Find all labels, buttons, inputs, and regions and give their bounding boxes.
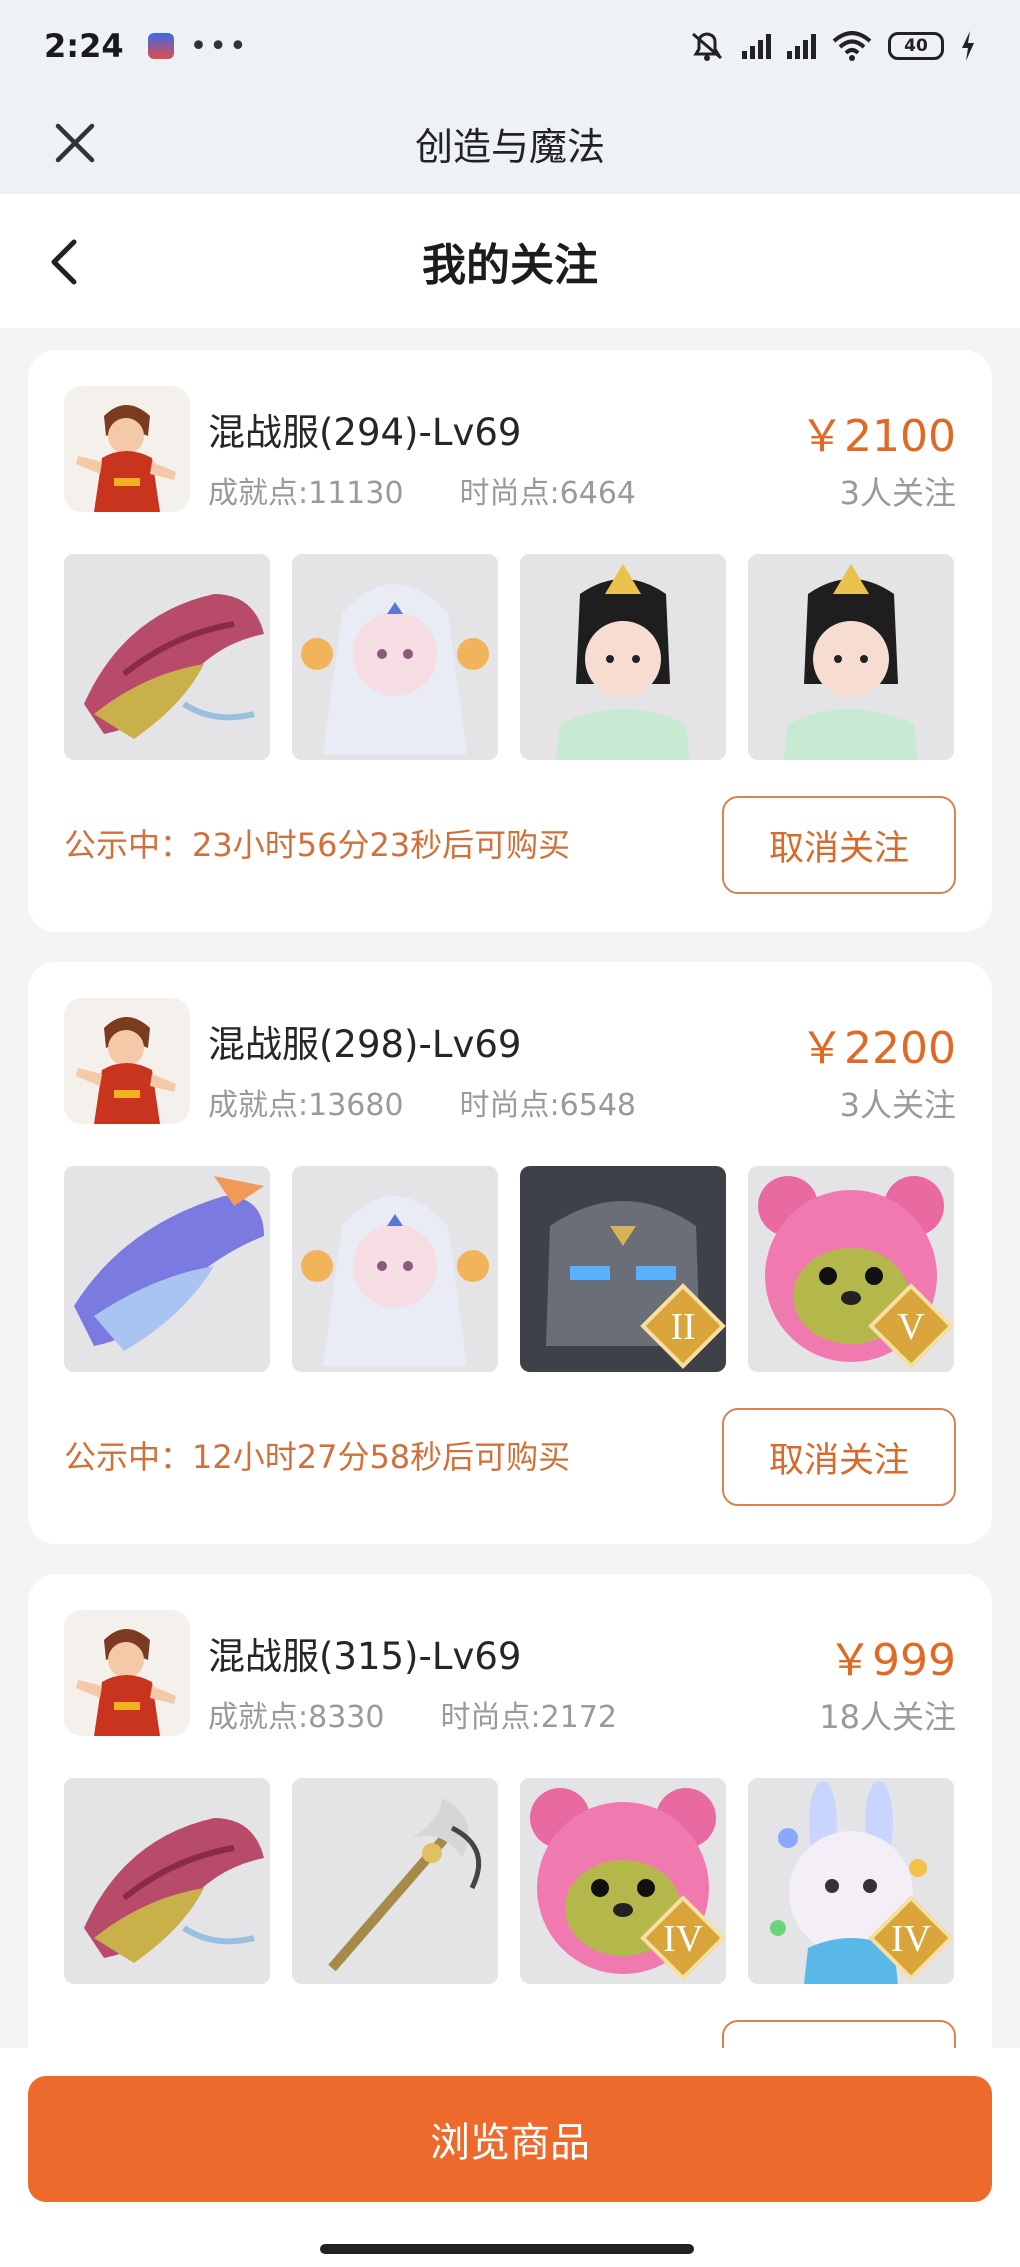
stats-row: 成就点:8330 时尚点:2172 (208, 1692, 617, 1736)
public-notice: 公示中：12小时27分58秒后可购买 (64, 1438, 571, 1476)
battery-icon: 40 (888, 32, 944, 60)
price: ￥999 (828, 1635, 956, 1686)
svg-text:V: V (897, 1306, 925, 1348)
page-header: 我的关注 (0, 194, 1020, 328)
close-icon[interactable] (52, 120, 98, 166)
follower-count: 18人关注 (819, 1698, 956, 1736)
server-name: 混战服(298)-Lv69 (208, 1023, 522, 1066)
unfollow-button[interactable]: 取消关注 (722, 796, 956, 894)
mute-icon (692, 32, 722, 61)
stats-row: 成就点:11130 时尚点:6464 (208, 468, 636, 512)
svg-text:II: II (670, 1306, 695, 1348)
stone-golem-pet-thumb[interactable]: II (520, 1166, 726, 1372)
ornate-staff-weapon-thumb[interactable] (292, 1778, 498, 1984)
charging-icon (962, 31, 974, 61)
home-indicator[interactable] (320, 2244, 694, 2254)
price: ￥2200 (800, 1023, 956, 1074)
character-avatar (64, 1610, 190, 1736)
signal-icon (742, 33, 771, 59)
server-name: 混战服(315)-Lv69 (208, 1635, 522, 1678)
fashion-points: 时尚点:2172 (440, 1700, 617, 1735)
stats-row: 成就点:13680 时尚点:6548 (208, 1080, 636, 1124)
status-time: 2:24 (44, 27, 124, 65)
item-thumbnails (64, 554, 954, 760)
svg-text:IV: IV (891, 1918, 932, 1960)
character-avatar (64, 998, 190, 1124)
white-haired-girl-outfit-thumb[interactable] (292, 1166, 498, 1372)
fashion-points: 时尚点:6548 (459, 1088, 637, 1123)
price: ￥2100 (800, 411, 956, 462)
item-thumbnails: IV IV (64, 1778, 954, 1984)
public-notice: 公示中：23小时56分23秒后可购买 (64, 826, 571, 864)
crimson-dragon-mount-thumb[interactable] (64, 554, 270, 760)
status-bar: 2:24 ••• 40 (0, 0, 1020, 92)
listing-card[interactable]: 混战服(294)-Lv69 成就点:11130 时尚点:6464 ￥2100 3… (28, 350, 992, 932)
achievement-points: 成就点:11130 (208, 476, 404, 511)
pink-bear-pet-thumb[interactable]: IV (520, 1778, 726, 1984)
white-bunny-pet-thumb[interactable]: IV (748, 1778, 954, 1984)
back-arrow-icon[interactable] (44, 236, 90, 288)
follower-count: 3人关注 (839, 1086, 956, 1124)
wifi-icon (832, 31, 872, 61)
pink-bear-pet-thumb[interactable]: V (748, 1166, 954, 1372)
character-avatar (64, 386, 190, 512)
bottom-bar: 浏览商品 (0, 2048, 1020, 2267)
crimson-dragon-mount-thumb[interactable] (64, 1778, 270, 1984)
webview-title: 创造与魔法 (414, 124, 605, 169)
achievement-points: 成就点:13680 (208, 1088, 404, 1123)
more-notifications-icon: ••• (189, 28, 249, 64)
listing-card[interactable]: 混战服(298)-Lv69 成就点:13680 时尚点:6548 ￥2200 3… (28, 962, 992, 1544)
white-haired-girl-outfit-thumb[interactable] (292, 554, 498, 760)
achievement-points: 成就点:8330 (208, 1700, 385, 1735)
black-haired-girl-outfit-thumb[interactable] (520, 554, 726, 760)
page-title: 我的关注 (422, 240, 598, 291)
status-icons: 40 (688, 30, 976, 62)
blue-dragon-mount-thumb[interactable] (64, 1166, 270, 1372)
signal-icon-2 (787, 33, 816, 59)
follower-count: 3人关注 (839, 474, 956, 512)
app-notification-icon (147, 33, 174, 59)
unfollow-button[interactable]: 取消关注 (722, 1408, 956, 1506)
svg-text:IV: IV (663, 1918, 704, 1960)
fashion-points: 时尚点:6464 (459, 476, 637, 511)
server-name: 混战服(294)-Lv69 (208, 411, 522, 454)
webview-header: 创造与魔法 (0, 92, 1020, 194)
item-thumbnails: II V (64, 1166, 954, 1372)
browse-products-button[interactable]: 浏览商品 (28, 2076, 992, 2202)
black-haired-girl-outfit-thumb[interactable] (748, 554, 954, 760)
